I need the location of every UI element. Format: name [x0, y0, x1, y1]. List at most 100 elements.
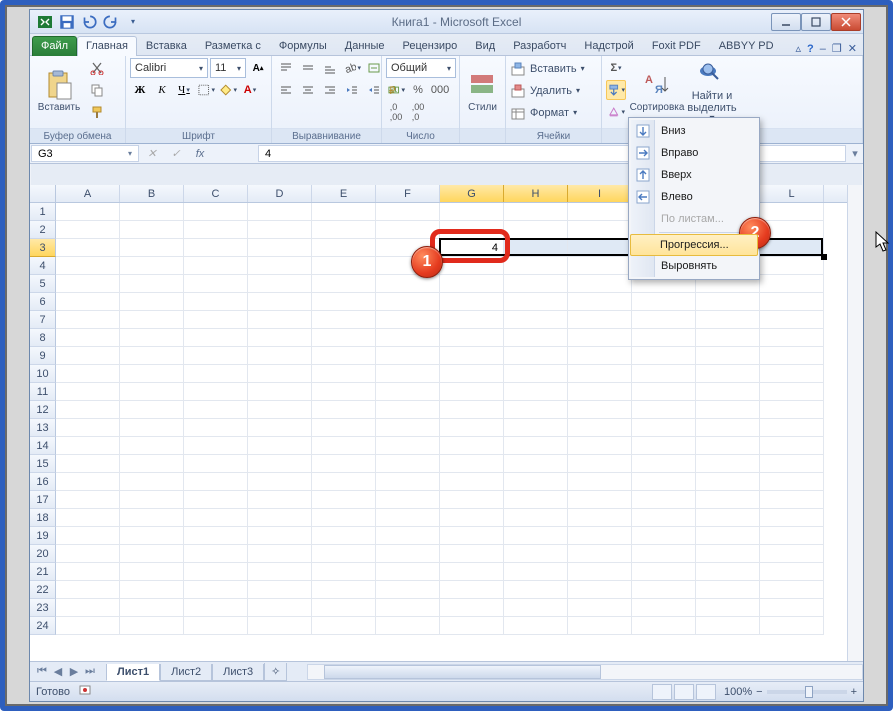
cell[interactable]	[760, 239, 824, 257]
clear-button[interactable]: ▾	[606, 102, 626, 122]
cell[interactable]	[56, 401, 120, 419]
decrease-decimal-button[interactable]: ,00,0	[408, 102, 428, 122]
row-header-24[interactable]: 24	[30, 617, 56, 635]
cell[interactable]	[440, 419, 504, 437]
cell[interactable]	[120, 455, 184, 473]
cell[interactable]	[696, 365, 760, 383]
cell[interactable]	[56, 365, 120, 383]
cell[interactable]	[760, 419, 824, 437]
cell[interactable]	[376, 383, 440, 401]
cell[interactable]	[696, 419, 760, 437]
row-header-11[interactable]: 11	[30, 383, 56, 401]
cell[interactable]	[56, 347, 120, 365]
tab-addins[interactable]: Надстрой	[575, 36, 642, 56]
fill-menu-item[interactable]: Прогрессия...	[630, 234, 758, 256]
cell[interactable]	[120, 509, 184, 527]
cell[interactable]	[376, 293, 440, 311]
cell[interactable]	[696, 617, 760, 635]
cell[interactable]	[376, 275, 440, 293]
cell[interactable]	[504, 239, 568, 257]
cell[interactable]	[120, 401, 184, 419]
cell[interactable]	[376, 599, 440, 617]
cell[interactable]	[760, 491, 824, 509]
cell[interactable]	[376, 491, 440, 509]
cell[interactable]	[568, 437, 632, 455]
cell[interactable]	[760, 599, 824, 617]
sheet-tab-2[interactable]: Лист2	[160, 664, 212, 681]
sheet-nav-prev[interactable]: ◀	[50, 664, 66, 680]
column-header-A[interactable]: A	[56, 185, 120, 202]
row-header-15[interactable]: 15	[30, 455, 56, 473]
cell[interactable]	[312, 509, 376, 527]
row-header-19[interactable]: 19	[30, 527, 56, 545]
minimize-button[interactable]	[771, 13, 801, 31]
tab-view[interactable]: Вид	[466, 36, 504, 56]
align-right-button[interactable]	[320, 80, 340, 100]
close-button[interactable]	[831, 13, 861, 31]
cell[interactable]	[632, 581, 696, 599]
cell[interactable]	[312, 365, 376, 383]
cell[interactable]	[312, 437, 376, 455]
cell[interactable]	[56, 527, 120, 545]
row-header-18[interactable]: 18	[30, 509, 56, 527]
cell[interactable]	[120, 275, 184, 293]
autosum-button[interactable]: Σ▾	[606, 58, 626, 78]
view-pagebreak-button[interactable]	[696, 684, 716, 700]
cell[interactable]	[760, 311, 824, 329]
wrap-text-button[interactable]	[364, 58, 384, 78]
cell[interactable]	[632, 311, 696, 329]
row-header-5[interactable]: 5	[30, 275, 56, 293]
row-header-13[interactable]: 13	[30, 419, 56, 437]
cell[interactable]	[56, 581, 120, 599]
cell[interactable]	[312, 617, 376, 635]
cell[interactable]	[504, 473, 568, 491]
cell[interactable]	[568, 347, 632, 365]
cell[interactable]	[632, 599, 696, 617]
cell[interactable]	[504, 545, 568, 563]
zoom-level[interactable]: 100%	[724, 686, 752, 698]
tab-home[interactable]: Главная	[77, 36, 137, 56]
cell[interactable]	[248, 203, 312, 221]
cell[interactable]	[312, 293, 376, 311]
cell[interactable]	[248, 257, 312, 275]
cell[interactable]	[376, 563, 440, 581]
cell[interactable]	[696, 563, 760, 581]
cell[interactable]	[760, 293, 824, 311]
cell[interactable]	[120, 545, 184, 563]
cell[interactable]	[696, 311, 760, 329]
cell[interactable]	[56, 617, 120, 635]
cell[interactable]	[760, 275, 824, 293]
cell[interactable]	[760, 581, 824, 599]
zoom-in-button[interactable]: +	[851, 686, 857, 698]
cell[interactable]	[248, 473, 312, 491]
borders-button[interactable]: ▾	[196, 80, 216, 100]
cell[interactable]	[120, 383, 184, 401]
row-header-22[interactable]: 22	[30, 581, 56, 599]
cell[interactable]	[696, 599, 760, 617]
cell[interactable]	[376, 329, 440, 347]
sheet-tab-1[interactable]: Лист1	[106, 664, 160, 681]
underline-button[interactable]: Ч▾	[174, 80, 194, 100]
format-painter-button[interactable]	[87, 102, 107, 122]
cell[interactable]	[184, 509, 248, 527]
cells-insert-button[interactable]: Вставить▾	[510, 58, 585, 79]
row-header-3[interactable]: 3	[30, 239, 56, 257]
cell[interactable]	[56, 563, 120, 581]
cell[interactable]	[120, 581, 184, 599]
cell[interactable]	[120, 221, 184, 239]
cell[interactable]	[760, 437, 824, 455]
cell[interactable]	[632, 617, 696, 635]
align-top-button[interactable]	[276, 58, 296, 78]
fill-handle[interactable]	[821, 254, 827, 260]
cell[interactable]	[696, 455, 760, 473]
tab-data[interactable]: Данные	[336, 36, 394, 56]
doc-minimize-icon[interactable]: –	[820, 43, 826, 55]
cell[interactable]	[120, 203, 184, 221]
cell[interactable]	[56, 491, 120, 509]
cell[interactable]	[56, 275, 120, 293]
cell[interactable]	[568, 275, 632, 293]
vertical-scrollbar[interactable]	[847, 185, 863, 661]
cell[interactable]	[56, 545, 120, 563]
cell[interactable]	[504, 203, 568, 221]
cell[interactable]	[440, 527, 504, 545]
